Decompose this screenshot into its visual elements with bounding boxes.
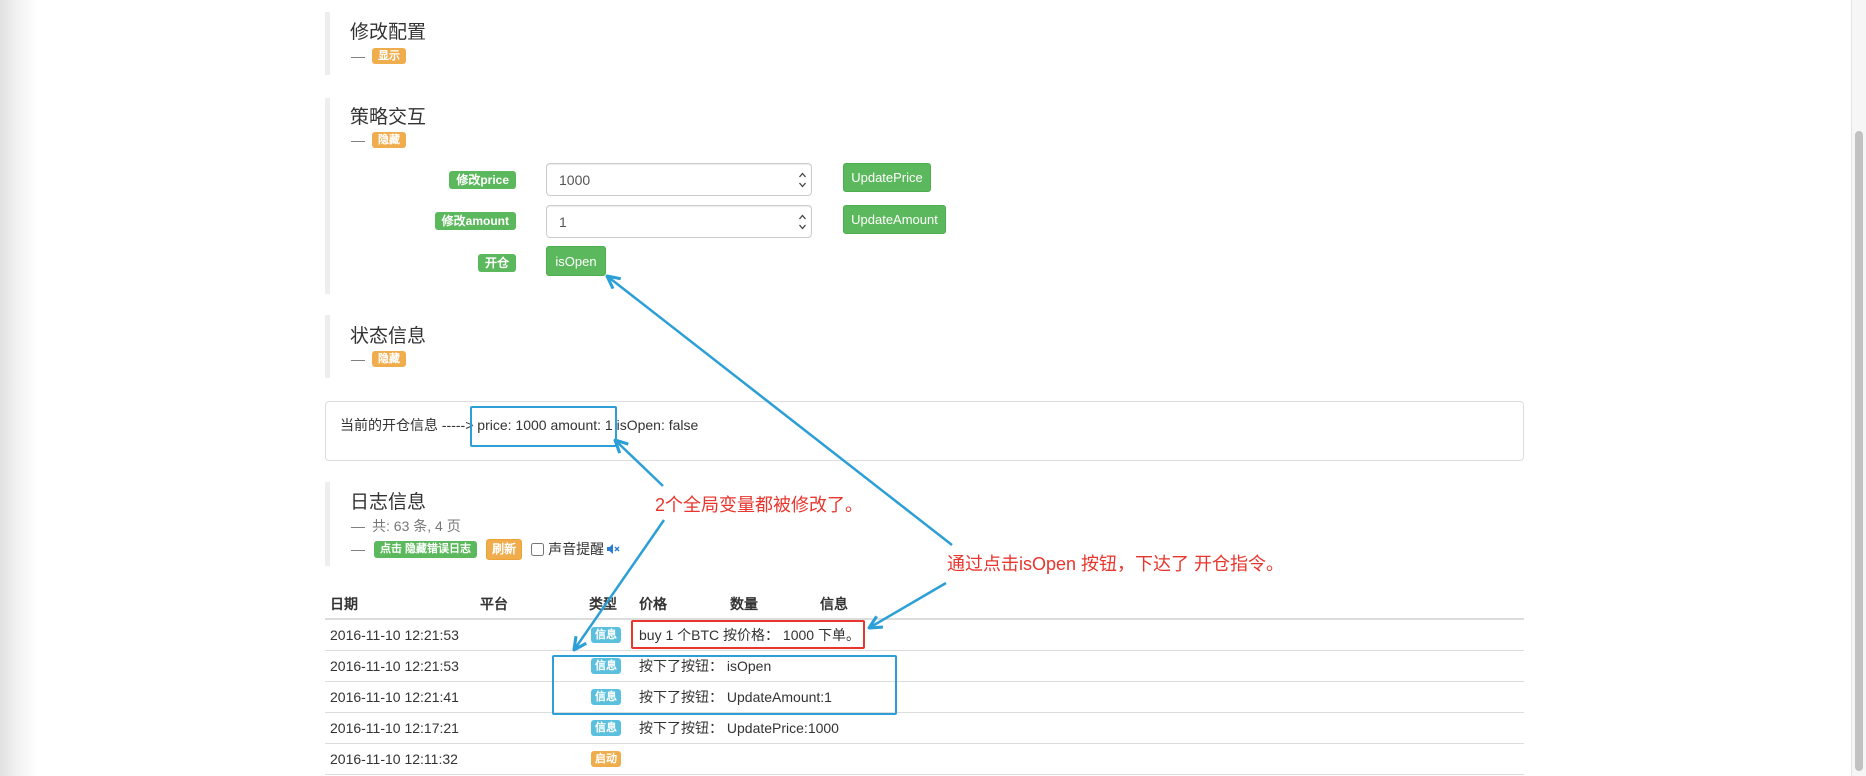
section-config-footer: — 显示 <box>351 47 406 65</box>
table-row: 2016-11-10 12:21:53 信息 按下了按钮： isOpen <box>325 651 1524 682</box>
footer-dash: — <box>351 541 365 557</box>
amount-label-wrap: 修改amount <box>380 212 516 230</box>
interaction-toggle-hide-badge[interactable]: 隐藏 <box>372 132 406 148</box>
log-type-badge: 信息 <box>591 627 621 643</box>
scrollbar-thumb[interactable] <box>1855 131 1863 771</box>
config-toggle-show-badge[interactable]: 显示 <box>372 48 406 64</box>
hide-error-logs-badge[interactable]: 点击 隐藏错误日志 <box>374 540 478 558</box>
status-panel: 当前的开仓信息 -----> price: 1000 amount: 1 isO… <box>325 401 1524 461</box>
table-row: 2016-11-10 12:21:41 信息 按下了按钮： UpdateAmou… <box>325 682 1524 713</box>
sound-alert-checkbox[interactable] <box>531 542 545 556</box>
log-type-badge: 信息 <box>591 720 621 736</box>
log-date: 2016-11-10 12:11:32 <box>330 751 458 767</box>
price-label-wrap: 修改price <box>380 171 516 189</box>
price-label: 修改price <box>449 171 516 189</box>
annotation-isopen-note: 通过点击isOpen 按钮，下达了 开仓指令。 <box>947 554 1285 574</box>
price-input[interactable] <box>546 163 812 196</box>
footer-dash: — <box>351 351 365 367</box>
log-date: 2016-11-10 12:17:21 <box>330 720 459 736</box>
column-header-type: 类型 <box>589 596 617 612</box>
update-amount-button[interactable]: UpdateAmount <box>843 205 946 234</box>
amount-input[interactable] <box>546 205 812 238</box>
amount-label: 修改amount <box>434 212 516 230</box>
section-status-title: 状态信息 <box>350 326 427 347</box>
section-status-border <box>325 315 330 378</box>
log-message: 按下了按钮： UpdatePrice:1000 <box>639 720 839 736</box>
price-stepper-icon[interactable] <box>798 170 807 190</box>
amount-stepper-icon[interactable] <box>798 212 807 232</box>
sound-alert-label: 声音提醒 <box>548 541 605 557</box>
status-toggle-hide-badge[interactable]: 隐藏 <box>372 351 406 367</box>
footer-dash: — <box>351 518 365 534</box>
table-row: 2016-11-10 12:21:53 信息 buy 1 个BTC 按价格： 1… <box>325 620 1524 651</box>
annotation-box-button-logs <box>552 655 897 715</box>
column-header-price: 价格 <box>639 596 667 612</box>
column-header-amount: 数量 <box>730 596 758 612</box>
status-message-prefix: 当前的开仓信息 -----> <box>340 417 474 433</box>
section-config-border <box>325 12 330 75</box>
left-edge-shadow <box>0 0 38 776</box>
table-row: 2016-11-10 12:11:32 启动 <box>325 744 1524 775</box>
log-controls-line: — 点击 隐藏错误日志 刷新 声音提醒 <box>351 538 620 560</box>
speaker-muted-icon[interactable] <box>606 543 620 555</box>
log-message-wrap: buy 1 个BTC 按价格： 1000 下单。 <box>631 620 865 649</box>
log-type-badge: 启动 <box>591 751 621 767</box>
log-date: 2016-11-10 12:21:53 <box>330 658 459 674</box>
annotation-variables-note: 2个全局变量都被修改了。 <box>655 495 864 515</box>
column-header-info: 信息 <box>820 596 848 612</box>
log-message-cell: buy 1 个BTC 按价格： 1000 下单。 <box>631 620 865 650</box>
update-price-button[interactable]: UpdatePrice <box>843 163 931 192</box>
log-summary: 共: 63 条, 4 页 <box>372 518 461 534</box>
status-message-suffix: isOpen: false <box>616 417 699 433</box>
log-type-cell: 信息 <box>591 620 621 650</box>
annotation-box-order <box>631 620 865 649</box>
section-interaction-footer: — 隐藏 <box>351 131 406 149</box>
column-header-date: 日期 <box>330 596 358 612</box>
section-interaction-title: 策略交互 <box>350 107 427 128</box>
log-date: 2016-11-10 12:21:41 <box>330 689 459 705</box>
open-position-label: 开仓 <box>477 254 516 272</box>
refresh-button[interactable]: 刷新 <box>486 538 523 560</box>
log-summary-line: — 共: 63 条, 4 页 <box>351 517 461 535</box>
log-date: 2016-11-10 12:21:53 <box>330 627 459 643</box>
footer-dash: — <box>351 48 365 64</box>
footer-dash: — <box>351 132 365 148</box>
log-type-cell: 启动 <box>591 744 621 774</box>
section-log-border <box>325 482 330 566</box>
is-open-button[interactable]: isOpen <box>546 246 606 276</box>
section-status-footer: — 隐藏 <box>351 350 406 368</box>
status-message-highlight-wrap: price: 1000 amount: 1 <box>470 406 617 447</box>
log-type-cell: 信息 <box>591 713 621 743</box>
open-label-wrap: 开仓 <box>380 254 516 272</box>
column-header-platform: 平台 <box>480 596 508 612</box>
table-row: 2016-11-10 12:17:21 信息 按下了按钮： UpdatePric… <box>325 713 1524 744</box>
section-log-title: 日志信息 <box>350 492 427 513</box>
section-config-title: 修改配置 <box>350 22 427 43</box>
log-table-header: 日期 平台 类型 价格 数量 信息 <box>325 590 1524 620</box>
annotation-box-variables <box>470 406 617 447</box>
section-interaction-border <box>325 98 330 294</box>
